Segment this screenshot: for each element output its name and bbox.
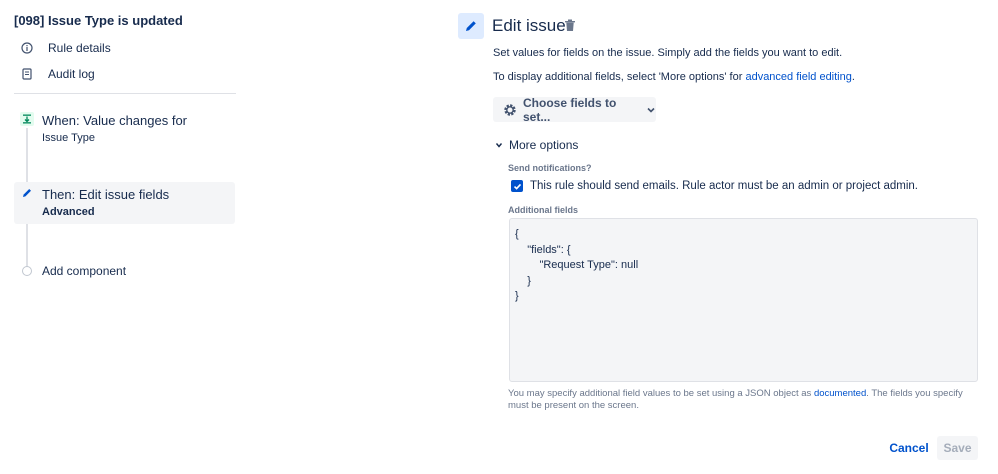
- add-component-dot-icon: [22, 266, 32, 276]
- advanced-field-editing-link[interactable]: advanced field editing: [745, 71, 851, 83]
- nav-rule-details[interactable]: Rule details: [14, 38, 234, 58]
- step-action-subtitle: Advanced: [42, 206, 95, 218]
- more-options-hint-text: To display additional fields, select 'Mo…: [493, 71, 746, 83]
- automation-rule-editor: [098] Issue Type is updated Rule details…: [0, 0, 998, 474]
- edit-issue-icon: [458, 13, 484, 39]
- info-icon: [20, 41, 34, 55]
- chevron-down-icon: [495, 141, 503, 149]
- rule-sidebar: [098] Issue Type is updated Rule details…: [0, 0, 245, 474]
- send-notifications-checkbox[interactable]: [511, 180, 523, 192]
- step-trigger-title: When: Value changes for: [42, 113, 188, 128]
- more-options-label: More options: [509, 138, 579, 152]
- step-action-title: Then: Edit issue fields: [42, 187, 170, 202]
- send-notifications-label: Send notifications?: [508, 163, 592, 173]
- help-text-prefix: You may specify additional field values …: [508, 388, 814, 399]
- trigger-icon: [20, 112, 34, 126]
- step-trigger[interactable]: When: Value changes for Issue Type: [14, 108, 235, 150]
- choose-fields-label: Choose fields to set...: [523, 95, 617, 124]
- gear-icon: [503, 103, 517, 117]
- add-component-label: Add component: [42, 264, 127, 278]
- nav-rule-details-label: Rule details: [48, 41, 111, 55]
- save-button[interactable]: Save: [937, 436, 978, 460]
- choose-fields-dropdown[interactable]: Choose fields to set...: [493, 95, 656, 124]
- more-options-hint-suffix: .: [851, 71, 855, 83]
- sidebar-divider: [14, 93, 236, 94]
- send-notifications-row: This rule should send emails. Rule actor…: [511, 178, 918, 194]
- additional-fields-help: You may specify additional field values …: [508, 388, 980, 412]
- nav-audit-log[interactable]: Audit log: [14, 64, 234, 84]
- cancel-button[interactable]: Cancel: [886, 437, 932, 459]
- edit-issue-description: Set values for fields on the issue. Simp…: [493, 47, 843, 59]
- rule-title: [098] Issue Type is updated: [14, 13, 183, 28]
- pencil-icon: [20, 186, 34, 200]
- edit-issue-heading: Edit issue: [492, 16, 566, 35]
- documented-link[interactable]: documented: [814, 388, 866, 399]
- add-component-button[interactable]: Add component: [14, 262, 126, 280]
- nav-audit-log-label: Audit log: [48, 67, 95, 81]
- step-action-selected[interactable]: Then: Edit issue fields Advanced: [14, 182, 235, 224]
- additional-fields-label: Additional fields: [508, 205, 579, 215]
- additional-fields-textarea[interactable]: { "fields": { "Request Type": null } }: [509, 218, 978, 382]
- more-options-toggle[interactable]: More options: [495, 137, 578, 153]
- chevron-down-icon: [646, 105, 656, 115]
- trash-icon[interactable]: [564, 19, 576, 32]
- step-trigger-subtitle: Issue Type: [42, 132, 95, 144]
- send-notifications-text: This rule should send emails. Rule actor…: [530, 180, 918, 192]
- more-options-hint: To display additional fields, select 'Mo…: [493, 71, 855, 83]
- document-icon: [20, 67, 34, 81]
